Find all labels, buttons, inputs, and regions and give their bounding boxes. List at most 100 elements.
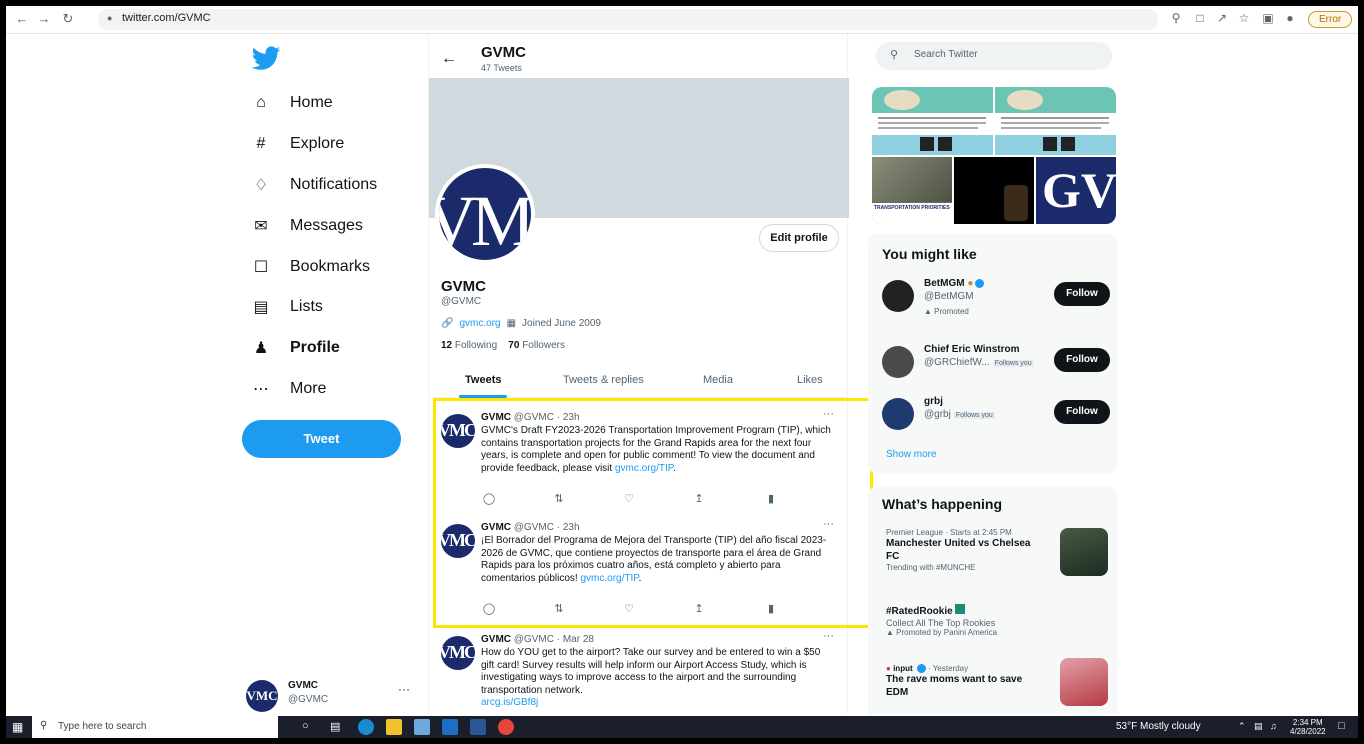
followers-link[interactable]: 70 Followers (508, 340, 565, 351)
error-button[interactable]: Error (1308, 11, 1352, 28)
task-view-icon[interactable]: ▤ (330, 720, 340, 733)
follow-button[interactable]: Follow (1054, 400, 1110, 424)
media-tile[interactable] (872, 87, 993, 155)
nav-home[interactable]: ⌂ Home (250, 88, 333, 118)
weather-widget[interactable]: 53°F Mostly cloudy (1116, 721, 1201, 732)
profile-icon[interactable]: ● (1282, 11, 1298, 25)
share-icon[interactable]: ↗ (1214, 11, 1230, 25)
account-switcher[interactable]: VMC GVMC @GVMC ··· (246, 674, 416, 714)
nav-profile[interactable]: ♟ Profile (250, 333, 340, 363)
volume-icon[interactable]: ♫ (1270, 721, 1277, 731)
media-tile[interactable]: TRANSPORTATION PRIORITIES (872, 157, 952, 224)
sidepanel-icon[interactable]: ▣ (1260, 11, 1276, 25)
tab-likes[interactable]: Likes (797, 374, 823, 386)
profile-website[interactable]: gvmc.org (459, 318, 500, 329)
twitter-bird-icon[interactable] (250, 46, 282, 72)
tweet-more-icon[interactable]: ··· (823, 518, 834, 530)
search-box[interactable]: ⚲ Search Twitter (876, 42, 1112, 70)
reply-icon[interactable]: ◯ (481, 602, 497, 615)
analytics-icon[interactable]: ▮ (763, 492, 779, 505)
back-arrow-icon[interactable]: ← (441, 50, 457, 68)
nav-messages[interactable]: ✉ Messages (250, 211, 363, 241)
reload-icon[interactable]: ↻ (60, 11, 76, 27)
retweet-icon[interactable]: ⇅ (551, 602, 567, 615)
tab-tweets-replies[interactable]: Tweets & replies (563, 374, 644, 386)
taskbar-clock[interactable]: 2:34 PM 4/28/2022 (1290, 718, 1326, 736)
forward-icon[interactable]: → (36, 11, 52, 27)
share-icon[interactable]: ↥ (691, 492, 707, 505)
suggestion-name[interactable]: BetMGM ● (924, 278, 985, 289)
nav-more[interactable]: ⋯ More (250, 374, 326, 404)
teams-icon[interactable] (414, 719, 430, 735)
media-tile[interactable] (954, 157, 1034, 224)
nav-notifications[interactable]: ♢ Notifications (250, 170, 377, 200)
tweet-author[interactable]: GVMC (481, 522, 511, 533)
nav-bookmarks[interactable]: ☐ Bookmarks (250, 252, 370, 282)
extension-icon[interactable]: □ (1192, 11, 1208, 25)
suggestion-chief-winstrom[interactable]: Chief Eric Winstrom @GRChiefW... Follows … (882, 344, 1112, 384)
tweet[interactable]: VMC GVMC @GVMC · 23h ··· GVMC's Draft FY… (429, 408, 849, 516)
reply-icon[interactable]: ◯ (481, 492, 497, 505)
tweet-link[interactable]: arcg.is/GBf8j (481, 697, 538, 708)
tweet[interactable]: VMC GVMC @GVMC · Mar 28 ··· How do YOU g… (429, 630, 849, 714)
tweet-avatar[interactable]: VMC (441, 414, 475, 448)
word-icon[interactable] (470, 719, 486, 735)
chrome-icon[interactable] (498, 719, 514, 735)
tweet-avatar[interactable]: VMC (441, 636, 475, 670)
following-link[interactable]: 12 Following (441, 340, 497, 351)
media-tile[interactable] (995, 87, 1116, 155)
system-tray-icon[interactable]: ⌃ (1238, 721, 1246, 732)
tweet-more-icon[interactable]: ··· (823, 630, 834, 642)
cortana-icon[interactable]: ○ (302, 720, 309, 732)
media-tile[interactable]: GV (1036, 157, 1116, 224)
show-more-link[interactable]: Show more (886, 449, 937, 460)
suggestion-avatar[interactable] (882, 346, 914, 378)
retweet-icon[interactable]: ⇅ (551, 492, 567, 505)
follow-button[interactable]: Follow (1054, 282, 1110, 306)
tweet-button[interactable]: Tweet (242, 420, 401, 458)
tweet-author[interactable]: GVMC (481, 634, 511, 645)
trend-item[interactable]: #RatedRookie Collect All The Top Rookies… (886, 604, 1108, 637)
taskbar-search[interactable]: ⚲ Type here to search (32, 716, 278, 738)
account-more-icon[interactable]: ··· (398, 682, 410, 696)
suggestion-grbj[interactable]: grbj @grbj Follows you Follow (882, 396, 1112, 436)
nav-explore[interactable]: # Explore (250, 129, 345, 159)
tweet-more-icon[interactable]: ··· (823, 408, 834, 420)
key-icon[interactable]: ⚲ (1168, 11, 1184, 25)
tweet-link[interactable]: gvmc.org/TIP (615, 463, 673, 474)
edge-icon[interactable] (358, 719, 374, 735)
notification-center-icon[interactable]: □ (1338, 720, 1345, 732)
suggestion-avatar[interactable] (882, 280, 914, 312)
back-icon[interactable]: ← (14, 11, 30, 27)
star-icon[interactable]: ☆ (1236, 11, 1252, 25)
analytics-icon[interactable]: ▮ (763, 602, 779, 615)
file-explorer-icon[interactable] (386, 719, 402, 735)
network-icon[interactable]: ▤ (1254, 721, 1263, 732)
tab-media[interactable]: Media (703, 374, 733, 386)
like-icon[interactable]: ♡ (621, 492, 637, 505)
address-bar[interactable]: ● twitter.com/GVMC (98, 9, 1158, 30)
edit-profile-button[interactable]: Edit profile (759, 224, 839, 252)
like-icon[interactable]: ♡ (621, 602, 637, 615)
profile-avatar[interactable]: VM (435, 164, 535, 264)
tweet[interactable]: VMC GVMC @GVMC · 23h ··· ¡El Borrador de… (429, 518, 849, 626)
suggestion-avatar[interactable] (882, 398, 914, 430)
tweet-avatar[interactable]: VMC (441, 524, 475, 558)
share-icon[interactable]: ↥ (691, 602, 707, 615)
suggestion-name[interactable]: Chief Eric Winstrom (924, 344, 1019, 355)
nav-lists[interactable]: ▤ Lists (250, 292, 322, 322)
suggestion-name[interactable]: grbj (924, 396, 943, 407)
trend-item[interactable]: Premier League · Starts at 2:45 PM Manch… (886, 528, 1108, 576)
taskbar-search-input[interactable]: Type here to search (58, 721, 146, 732)
media-grid[interactable]: TRANSPORTATION PRIORITIES GV (872, 87, 1116, 224)
tweet-author[interactable]: GVMC (481, 412, 511, 423)
follow-button[interactable]: Follow (1054, 348, 1110, 372)
search-input[interactable]: Search Twitter (914, 49, 978, 60)
url-text[interactable]: twitter.com/GVMC (122, 12, 211, 24)
tab-tweets[interactable]: Tweets (465, 374, 501, 386)
trend-item[interactable]: ● input · Yesterday The rave moms want t… (886, 658, 1108, 706)
tweet-link[interactable]: gvmc.org/TIP (581, 573, 639, 584)
suggestion-betmgm[interactable]: BetMGM ● @BetMGM ▲ Promoted Follow (882, 278, 1112, 318)
outlook-icon[interactable] (442, 719, 458, 735)
windows-start-icon[interactable]: ▦ (12, 720, 23, 734)
